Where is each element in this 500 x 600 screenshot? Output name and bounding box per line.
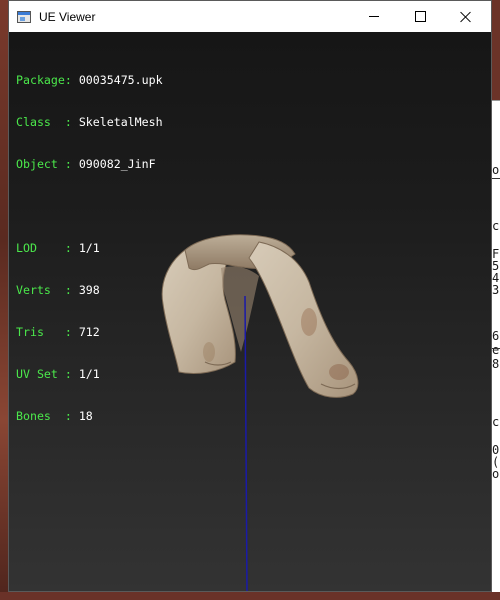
desktop-background-left: [0, 0, 8, 600]
info-row-class: Class : SkeletalMesh: [16, 115, 163, 129]
background-terminal-window: o c F 5 4 3 6 e 8 c 0 ( o: [492, 132, 500, 592]
info-row-lod: LOD : 1/1: [16, 241, 163, 255]
maximize-icon: [414, 11, 426, 22]
info-value: 1/1: [71, 367, 100, 381]
close-icon: [460, 11, 472, 23]
app-window-icon[interactable]: [17, 10, 31, 23]
maximize-button[interactable]: [397, 1, 443, 32]
terminal-char: e: [492, 343, 500, 357]
background-window-edge: [492, 100, 500, 133]
info-value: SkeletalMesh: [71, 115, 163, 129]
towel-stain: [329, 364, 349, 380]
terminal-char: c: [492, 415, 500, 429]
info-value: 18: [71, 409, 93, 423]
terminal-char: 3: [492, 283, 500, 297]
info-label: Package:: [16, 73, 72, 87]
towel-stain: [203, 342, 215, 362]
info-value: 712: [71, 325, 100, 339]
terminal-char: o: [492, 163, 500, 177]
info-label: Tris :: [16, 325, 72, 339]
info-value: 00035475.upk: [71, 73, 163, 87]
info-value: 090082_JinF: [71, 157, 156, 171]
terminal-char: 8: [492, 357, 500, 371]
info-label: UV Set :: [16, 367, 72, 381]
info-value: 1/1: [71, 241, 100, 255]
ue-viewer-window: UE Viewer Package: 00035475.upk Class: …: [8, 0, 492, 592]
desktop-background-bottom: [0, 592, 500, 600]
info-label: Class :: [16, 115, 72, 129]
info-row-tris: Tris : 712: [16, 325, 163, 339]
info-label: Object :: [16, 157, 72, 171]
info-row-package: Package: 00035475.upk: [16, 73, 163, 87]
towel-stain: [301, 308, 317, 336]
terminal-char: 6: [492, 329, 500, 343]
info-row-uvset: UV Set : 1/1: [16, 367, 163, 381]
info-label: Verts :: [16, 283, 72, 297]
mesh-info-panel: Package: 00035475.upk Class : SkeletalMe…: [16, 45, 163, 451]
terminal-rule: [492, 348, 500, 349]
info-value: 398: [71, 283, 100, 297]
terminal-char: c: [492, 219, 500, 233]
minimize-button[interactable]: [351, 1, 397, 32]
info-row-object: Object : 090082_JinF: [16, 157, 163, 171]
3d-viewport[interactable]: Package: 00035475.upk Class : SkeletalMe…: [9, 32, 491, 591]
info-row-bones: Bones : 18: [16, 409, 163, 423]
window-title: UE Viewer: [39, 9, 96, 24]
minimize-icon: [369, 16, 379, 17]
close-button[interactable]: [443, 1, 489, 32]
bone-line: [244, 295, 248, 591]
info-label: LOD :: [16, 241, 72, 255]
terminal-rule: [492, 178, 500, 179]
info-label: Bones :: [16, 409, 72, 423]
info-row-verts: Verts : 398: [16, 283, 163, 297]
terminal-char: o: [492, 467, 500, 481]
title-bar[interactable]: UE Viewer: [9, 1, 491, 32]
